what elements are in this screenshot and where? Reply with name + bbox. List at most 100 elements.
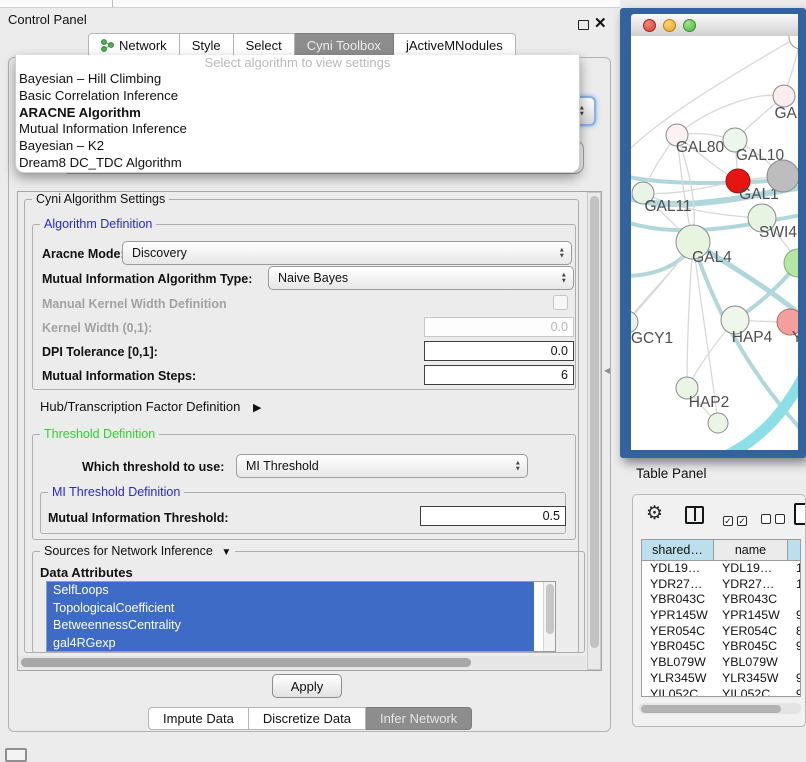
network-node[interactable]	[789, 36, 798, 49]
algorithm-option[interactable]: Bayesian – K2	[16, 138, 579, 155]
tab-select[interactable]: Select	[234, 33, 295, 57]
network-view-window[interactable]: GALGAL80GAL10GAL1GAL11SWI4GAL4GCY1HAP4YH…	[620, 8, 806, 458]
table-cell[interactable]: YDR27…	[714, 577, 788, 593]
tab-style[interactable]: Style	[180, 33, 234, 57]
aracne-mode-combobox[interactable]: Discovery ▲▼	[122, 241, 572, 265]
algorithm-option[interactable]: Basic Correlation Inference	[16, 88, 579, 105]
close-icon[interactable]: ✕	[594, 14, 607, 32]
table-row[interactable]: YLR345WYLR345W9.	[642, 671, 800, 687]
collapse-down-icon[interactable]: ▼	[221, 547, 231, 558]
tab-infer-network[interactable]: Infer Network	[366, 707, 472, 730]
table-cell[interactable]: YPR145W	[714, 608, 788, 624]
mi-type-combobox[interactable]: Naive Bayes ▲▼	[268, 266, 574, 290]
list-vscrollbar[interactable]	[543, 582, 555, 651]
network-node-gal[interactable]	[773, 85, 795, 107]
node-table[interactable]: shared…name YDL19…YDL19…13YDR27…YDR27…12…	[641, 539, 801, 697]
kernel-width-input[interactable]: 0.0	[424, 317, 574, 337]
list-vscrollbar-thumb[interactable]	[546, 584, 554, 634]
table-cell[interactable]: 12	[788, 577, 801, 593]
table-cell[interactable]: YIL052C	[714, 687, 788, 698]
table-body[interactable]: YDL19…YDL19…13YDR27…YDR27…12YBR043CYBR04…	[642, 561, 800, 697]
table-header-row[interactable]: shared…name	[642, 540, 800, 561]
sources-group-title[interactable]: Sources for Network Inference ▼	[40, 544, 235, 558]
data-attribute-item[interactable]: BetweennessCentrality	[47, 617, 534, 635]
mi-threshold-input[interactable]: 0.5	[420, 506, 566, 526]
close-traffic-light[interactable]	[643, 19, 656, 32]
minimize-traffic-light[interactable]	[663, 19, 676, 32]
table-cell[interactable]: YDL19…	[714, 561, 788, 577]
network-canvas[interactable]: GALGAL80GAL10GAL1GAL11SWI4GAL4GCY1HAP4YH…	[631, 36, 798, 450]
tab-cyni-toolbox[interactable]: Cyni Toolbox	[295, 33, 394, 57]
settings-vscrollbar[interactable]	[587, 192, 601, 670]
table-row[interactable]: YBR045CYBR045C9.	[642, 639, 800, 655]
float-icon[interactable]	[578, 20, 589, 30]
table-row[interactable]: YBL079WYBL079W	[642, 655, 800, 671]
expand-right-icon[interactable]: ▶	[253, 402, 261, 414]
table-cell[interactable]: 8.	[788, 624, 801, 640]
tab-impute-data[interactable]: Impute Data	[148, 707, 249, 730]
algorithm-option[interactable]: Mutual Information Inference	[16, 121, 579, 138]
zoom-traffic-light[interactable]	[683, 19, 696, 32]
table-row[interactable]: YER054CYER054C8.	[642, 624, 800, 640]
table-hscrollbar[interactable]	[639, 703, 801, 714]
table-cell[interactable]: YIL052C	[642, 687, 714, 698]
table-row[interactable]: YPR145WYPR145W9.	[642, 608, 800, 624]
algorithm-option[interactable]: Bayesian – Hill Climbing	[16, 71, 579, 88]
unselect-all-checks-icon[interactable]	[761, 511, 789, 529]
tab-network[interactable]: Network	[88, 33, 180, 57]
table-cell[interactable]: YDL19…	[642, 561, 714, 577]
table-column-header[interactable]	[788, 540, 801, 560]
table-cell[interactable]: YDR27…	[642, 577, 714, 593]
table-cell[interactable]	[788, 592, 801, 608]
table-column-header[interactable]: name	[714, 540, 788, 560]
table-cell[interactable]: 9.	[788, 639, 801, 655]
table-row[interactable]: YIL052CYIL052C9	[642, 687, 800, 698]
table-cell[interactable]: YBR045C	[642, 639, 714, 655]
data-attribute-item[interactable]: SelfLoops	[47, 582, 534, 600]
splitter-collapse-icon[interactable]: ◀	[604, 366, 610, 375]
table-hscrollbar-thumb[interactable]	[641, 705, 781, 713]
algorithm-option[interactable]: ARACNE Algorithm	[16, 105, 579, 122]
which-threshold-combobox[interactable]: MI Threshold ▲▼	[236, 454, 528, 478]
table-cell[interactable]: 9.	[788, 671, 801, 687]
table-cell[interactable]: YLR345W	[642, 671, 714, 687]
table-cell[interactable]: YBL079W	[642, 655, 714, 671]
settings-vscrollbar-thumb[interactable]	[590, 196, 599, 648]
table-row[interactable]: YDL19…YDL19…13	[642, 561, 800, 577]
table-column-header[interactable]: shared…	[642, 540, 714, 560]
hub-section-label[interactable]: Hub/Transcription Factor Definition ▶	[40, 399, 261, 414]
table-cell[interactable]: YBL079W	[714, 655, 788, 671]
table-cell[interactable]: 13	[788, 561, 801, 577]
split-columns-icon[interactable]	[685, 506, 704, 524]
tab-discretize-data[interactable]: Discretize Data	[249, 707, 366, 730]
manual-kernel-checkbox[interactable]	[553, 295, 568, 310]
table-cell[interactable]: YBR043C	[714, 592, 788, 608]
table-cell[interactable]: YLR345W	[714, 671, 788, 687]
table-cell[interactable]: YPR145W	[642, 608, 714, 624]
table-row[interactable]: YDR27…YDR27…12	[642, 577, 800, 593]
table-cell[interactable]	[788, 655, 801, 671]
dpi-tolerance-input[interactable]: 0.0	[424, 341, 574, 361]
mi-steps-input[interactable]: 6	[424, 365, 574, 385]
tab-jactivemnodules[interactable]: jActiveMNodules	[394, 33, 516, 57]
data-attribute-item[interactable]: gal4RGexp	[47, 635, 534, 653]
table-cell[interactable]: YBR043C	[642, 592, 714, 608]
table-row[interactable]: YBR043CYBR043C	[642, 592, 800, 608]
select-all-checks-icon[interactable]: ✓✓	[723, 511, 751, 529]
settings-hscrollbar[interactable]	[18, 656, 586, 669]
panel-minimize-button[interactable]	[5, 748, 27, 762]
network-window-titlebar[interactable]	[631, 14, 798, 37]
network-node[interactable]	[708, 413, 728, 433]
data-attributes-list[interactable]: SelfLoopsTopologicalCoefficientBetweenne…	[46, 581, 556, 652]
apply-button[interactable]: Apply	[272, 674, 342, 698]
table-cell[interactable]: 9.	[788, 608, 801, 624]
network-graph[interactable]: GALGAL80GAL10GAL1GAL11SWI4GAL4GCY1HAP4YH…	[631, 36, 798, 450]
table-cell[interactable]: YER054C	[714, 624, 788, 640]
table-cell[interactable]: 9	[788, 687, 801, 698]
settings-hscrollbar-thumb[interactable]	[21, 658, 471, 667]
table-cell[interactable]: YBR045C	[714, 639, 788, 655]
network-node[interactable]	[767, 160, 798, 192]
table-cell[interactable]: YER054C	[642, 624, 714, 640]
new-column-icon[interactable]	[794, 503, 806, 525]
network-node[interactable]	[784, 249, 798, 277]
